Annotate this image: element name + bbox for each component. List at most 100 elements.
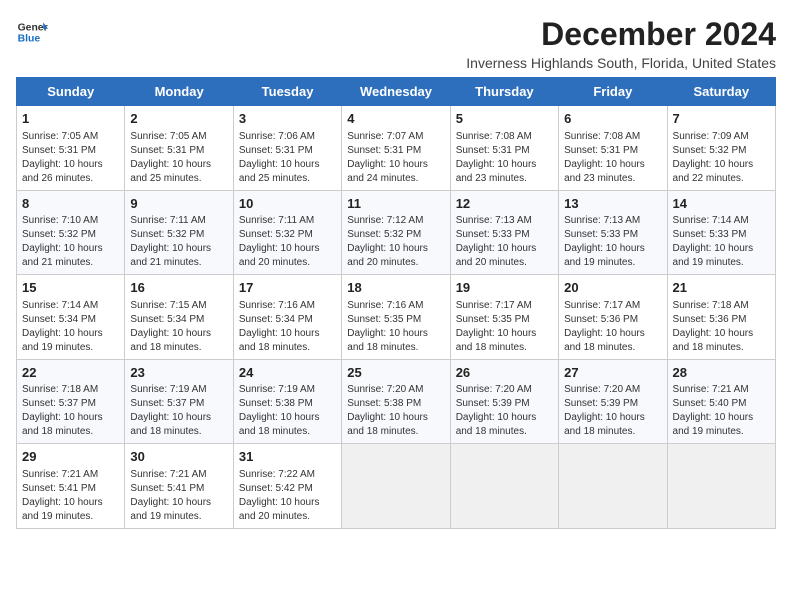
day-number: 18 — [347, 279, 444, 297]
calendar-day-cell: 27Sunrise: 7:20 AMSunset: 5:39 PMDayligh… — [559, 359, 667, 444]
day-info: Sunrise: 7:18 AMSunset: 5:37 PMDaylight:… — [22, 383, 119, 439]
calendar-day-cell: 29 Sunrise: 7:21 AMSunset: 5:41 PMDayligh… — [17, 444, 125, 529]
day-number: 8 — [22, 195, 119, 213]
calendar-day-cell: 3 Sunrise: 7:06 AMSunset: 5:31 PMDaylight… — [233, 106, 341, 191]
day-info: Sunrise: 7:17 AMSunset: 5:35 PMDaylight:… — [456, 299, 553, 355]
day-info: Sunrise: 7:06 AMSunset: 5:31 PMDaylight:… — [239, 130, 336, 186]
calendar-week-row: 15 Sunrise: 7:14 AMSunset: 5:34 PMDayligh… — [17, 275, 776, 360]
day-info: Sunrise: 7:16 AMSunset: 5:34 PMDaylight:… — [239, 299, 336, 355]
calendar-week-row: 8Sunrise: 7:10 AMSunset: 5:32 PMDaylight… — [17, 190, 776, 275]
calendar-day-cell: 13Sunrise: 7:13 AMSunset: 5:33 PMDayligh… — [559, 190, 667, 275]
day-number: 10 — [239, 195, 336, 213]
calendar-day-cell — [450, 444, 558, 529]
day-info: Sunrise: 7:20 AMSunset: 5:39 PMDaylight:… — [564, 383, 661, 439]
calendar-day-cell: 2Sunrise: 7:05 AMSunset: 5:31 PMDaylight… — [125, 106, 233, 191]
calendar-day-cell: 16Sunrise: 7:15 AMSunset: 5:34 PMDayligh… — [125, 275, 233, 360]
day-info: Sunrise: 7:19 AMSunset: 5:37 PMDaylight:… — [130, 383, 227, 439]
day-info: Sunrise: 7:14 AMSunset: 5:33 PMDaylight:… — [673, 214, 770, 270]
day-info: Sunrise: 7:09 AMSunset: 5:32 PMDaylight:… — [673, 130, 770, 186]
day-info: Sunrise: 7:21 AMSunset: 5:41 PMDaylight:… — [22, 468, 119, 524]
day-number: 1 — [22, 110, 119, 128]
day-info: Sunrise: 7:18 AMSunset: 5:36 PMDaylight:… — [673, 299, 770, 355]
day-number: 7 — [673, 110, 770, 128]
day-info: Sunrise: 7:11 AMSunset: 5:32 PMDaylight:… — [239, 214, 336, 270]
weekday-header: Friday — [559, 78, 667, 106]
day-number: 2 — [130, 110, 227, 128]
day-number: 13 — [564, 195, 661, 213]
day-number: 26 — [456, 364, 553, 382]
day-info: Sunrise: 7:22 AMSunset: 5:42 PMDaylight:… — [239, 468, 336, 524]
calendar-table: SundayMondayTuesdayWednesdayThursdayFrid… — [16, 77, 776, 529]
title-area: December 2024 Inverness Highlands South,… — [466, 16, 776, 71]
logo-icon: General Blue — [16, 16, 48, 48]
calendar-day-cell: 15 Sunrise: 7:14 AMSunset: 5:34 PMDayligh… — [17, 275, 125, 360]
calendar-day-cell: 10Sunrise: 7:11 AMSunset: 5:32 PMDayligh… — [233, 190, 341, 275]
calendar-day-cell: 21 Sunrise: 7:18 AMSunset: 5:36 PMDayligh… — [667, 275, 775, 360]
day-info: Sunrise: 7:17 AMSunset: 5:36 PMDaylight:… — [564, 299, 661, 355]
weekday-header: Sunday — [17, 78, 125, 106]
weekday-header: Wednesday — [342, 78, 450, 106]
page-title: December 2024 — [466, 16, 776, 53]
weekday-header: Thursday — [450, 78, 558, 106]
day-info: Sunrise: 7:21 AMSunset: 5:40 PMDaylight:… — [673, 383, 770, 439]
calendar-day-cell: 22Sunrise: 7:18 AMSunset: 5:37 PMDayligh… — [17, 359, 125, 444]
weekday-header: Monday — [125, 78, 233, 106]
calendar-day-cell: 12Sunrise: 7:13 AMSunset: 5:33 PMDayligh… — [450, 190, 558, 275]
day-info: Sunrise: 7:21 AMSunset: 5:41 PMDaylight:… — [130, 468, 227, 524]
day-info: Sunrise: 7:08 AMSunset: 5:31 PMDaylight:… — [456, 130, 553, 186]
day-info: Sunrise: 7:20 AMSunset: 5:39 PMDaylight:… — [456, 383, 553, 439]
calendar-day-cell: 11Sunrise: 7:12 AMSunset: 5:32 PMDayligh… — [342, 190, 450, 275]
calendar-day-cell: 6Sunrise: 7:08 AMSunset: 5:31 PMDaylight… — [559, 106, 667, 191]
day-number: 31 — [239, 448, 336, 466]
day-number: 12 — [456, 195, 553, 213]
day-number: 21 — [673, 279, 770, 297]
day-number: 28 — [673, 364, 770, 382]
day-number: 11 — [347, 195, 444, 213]
day-info: Sunrise: 7:16 AMSunset: 5:35 PMDaylight:… — [347, 299, 444, 355]
calendar-day-cell: 9Sunrise: 7:11 AMSunset: 5:32 PMDaylight… — [125, 190, 233, 275]
calendar-day-cell: 5 Sunrise: 7:08 AMSunset: 5:31 PMDaylight… — [450, 106, 558, 191]
day-number: 4 — [347, 110, 444, 128]
day-number: 22 — [22, 364, 119, 382]
day-number: 24 — [239, 364, 336, 382]
day-number: 6 — [564, 110, 661, 128]
day-number: 5 — [456, 110, 553, 128]
day-info: Sunrise: 7:14 AMSunset: 5:34 PMDaylight:… — [22, 299, 119, 355]
weekday-header: Tuesday — [233, 78, 341, 106]
weekday-header: Saturday — [667, 78, 775, 106]
calendar-day-cell: 24Sunrise: 7:19 AMSunset: 5:38 PMDayligh… — [233, 359, 341, 444]
calendar-day-cell: 1 Sunrise: 7:05 AMSunset: 5:31 PMDaylight… — [17, 106, 125, 191]
calendar-week-row: 22Sunrise: 7:18 AMSunset: 5:37 PMDayligh… — [17, 359, 776, 444]
day-info: Sunrise: 7:05 AMSunset: 5:31 PMDaylight:… — [22, 130, 119, 186]
day-number: 3 — [239, 110, 336, 128]
day-number: 29 — [22, 448, 119, 466]
calendar-day-cell: 30 Sunrise: 7:21 AMSunset: 5:41 PMDayligh… — [125, 444, 233, 529]
calendar-day-cell: 31 Sunrise: 7:22 AMSunset: 5:42 PMDayligh… — [233, 444, 341, 529]
day-info: Sunrise: 7:12 AMSunset: 5:32 PMDaylight:… — [347, 214, 444, 270]
day-number: 25 — [347, 364, 444, 382]
day-info: Sunrise: 7:10 AMSunset: 5:32 PMDaylight:… — [22, 214, 119, 270]
calendar-week-row: 1 Sunrise: 7:05 AMSunset: 5:31 PMDaylight… — [17, 106, 776, 191]
day-info: Sunrise: 7:11 AMSunset: 5:32 PMDaylight:… — [130, 214, 227, 270]
calendar-day-cell — [342, 444, 450, 529]
svg-text:Blue: Blue — [18, 34, 41, 45]
day-number: 20 — [564, 279, 661, 297]
calendar-day-cell: 4Sunrise: 7:07 AMSunset: 5:31 PMDaylight… — [342, 106, 450, 191]
calendar-day-cell: 20 Sunrise: 7:17 AMSunset: 5:36 PMDayligh… — [559, 275, 667, 360]
calendar-day-cell — [559, 444, 667, 529]
page-subtitle: Inverness Highlands South, Florida, Unit… — [466, 55, 776, 71]
day-number: 17 — [239, 279, 336, 297]
day-number: 23 — [130, 364, 227, 382]
calendar-day-cell: 8Sunrise: 7:10 AMSunset: 5:32 PMDaylight… — [17, 190, 125, 275]
calendar-day-cell: 23Sunrise: 7:19 AMSunset: 5:37 PMDayligh… — [125, 359, 233, 444]
day-number: 30 — [130, 448, 227, 466]
day-number: 16 — [130, 279, 227, 297]
calendar-week-row: 29 Sunrise: 7:21 AMSunset: 5:41 PMDayligh… — [17, 444, 776, 529]
calendar-day-cell: 14Sunrise: 7:14 AMSunset: 5:33 PMDayligh… — [667, 190, 775, 275]
day-number: 15 — [22, 279, 119, 297]
day-number: 19 — [456, 279, 553, 297]
calendar-header-row: SundayMondayTuesdayWednesdayThursdayFrid… — [17, 78, 776, 106]
calendar-day-cell: 7 Sunrise: 7:09 AMSunset: 5:32 PMDaylight… — [667, 106, 775, 191]
day-info: Sunrise: 7:20 AMSunset: 5:38 PMDaylight:… — [347, 383, 444, 439]
header: General Blue December 2024 Inverness Hig… — [16, 16, 776, 71]
